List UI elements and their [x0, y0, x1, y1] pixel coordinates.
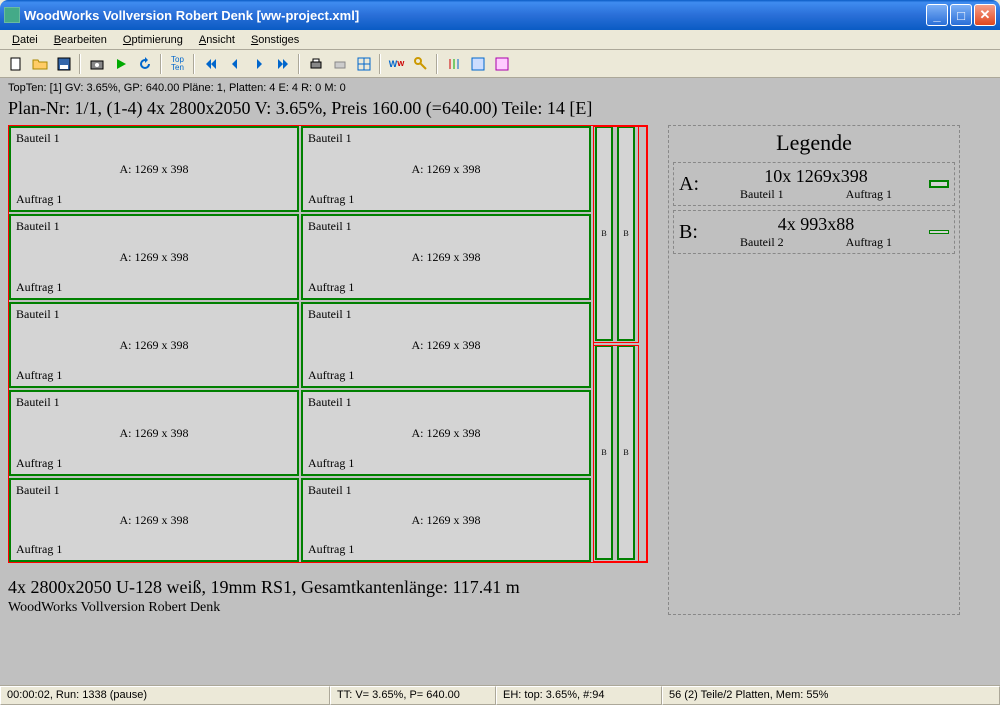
sliders-button[interactable] — [442, 53, 465, 75]
maximize-button[interactable]: □ — [950, 4, 972, 26]
key-button[interactable] — [409, 53, 432, 75]
piece-a[interactable]: Bauteil 1A: 1269 x 398Auftrag 1 — [301, 302, 591, 388]
close-button[interactable]: ✕ — [974, 4, 996, 26]
piece-a[interactable]: Bauteil 1A: 1269 x 398Auftrag 1 — [9, 390, 299, 476]
last-button[interactable] — [271, 53, 294, 75]
legend-row-b[interactable]: B: 4x 993x88 Bauteil 2Auftrag 1 — [673, 210, 955, 254]
legend-swatch-a — [929, 180, 949, 188]
menu-sonstiges[interactable]: Sonstiges — [245, 32, 305, 48]
status-tt: TT: V= 3.65%, P= 640.00 — [330, 686, 496, 705]
vendor-line: WoodWorks Vollversion Robert Denk — [8, 600, 648, 616]
piece-a[interactable]: Bauteil 1A: 1269 x 398Auftrag 1 — [9, 478, 299, 562]
pattern1-button[interactable] — [466, 53, 489, 75]
camera-button[interactable] — [85, 53, 108, 75]
minimize-button[interactable]: _ — [926, 4, 948, 26]
menu-optimierung[interactable]: Optimierung — [117, 32, 189, 48]
plate-summary: 4x 2800x2050 U-128 weiß, 19mm RS1, Gesam… — [8, 577, 648, 598]
content-area: TopTen: [1] GV: 3.65%, GP: 640.00 Pläne:… — [0, 78, 1000, 685]
save-button[interactable] — [52, 53, 75, 75]
piece-a[interactable]: Bauteil 1A: 1269 x 398Auftrag 1 — [9, 302, 299, 388]
menu-bar: Datei Bearbeiten Optimierung Ansicht Son… — [0, 30, 1000, 50]
refresh-button[interactable] — [133, 53, 156, 75]
app-icon — [4, 7, 20, 23]
menu-bearbeiten[interactable]: Bearbeiten — [48, 32, 113, 48]
status-mem: 56 (2) Teile/2 Platten, Mem: 55% — [662, 686, 1000, 705]
next-button[interactable] — [247, 53, 270, 75]
ww-button[interactable]: WW — [385, 53, 408, 75]
legend-title: Legende — [673, 130, 955, 156]
print-button[interactable] — [304, 53, 327, 75]
topten-line: TopTen: [1] GV: 3.65%, GP: 640.00 Pläne:… — [8, 82, 992, 94]
legend-swatch-b — [929, 230, 949, 234]
legend-row-a[interactable]: A: 10x 1269x398 Bauteil 1Auftrag 1 — [673, 162, 955, 206]
new-file-button[interactable] — [4, 53, 27, 75]
status-bar: 00:00:02, Run: 1338 (pause) TT: V= 3.65%… — [0, 685, 1000, 705]
piece-a[interactable]: Bauteil 1A: 1269 x 398Auftrag 1 — [9, 126, 299, 212]
toolbar: TopTen WW — [0, 50, 1000, 78]
grid-button[interactable] — [352, 53, 375, 75]
menu-ansicht[interactable]: Ansicht — [193, 32, 241, 48]
title-bar: WoodWorks Vollversion Robert Denk [ww-pr… — [0, 0, 1000, 30]
prev-button[interactable] — [223, 53, 246, 75]
window-title: WoodWorks Vollversion Robert Denk [ww-pr… — [24, 8, 359, 23]
piece-a[interactable]: Bauteil 1A: 1269 x 398Auftrag 1 — [9, 214, 299, 300]
piece-a[interactable]: Bauteil 1A: 1269 x 398Auftrag 1 — [301, 214, 591, 300]
cutting-plate[interactable]: Bauteil 1A: 1269 x 398Auftrag 1 Bauteil … — [8, 125, 648, 563]
legend-panel: Legende A: 10x 1269x398 Bauteil 1Auftrag… — [668, 125, 960, 615]
status-eh: EH: top: 3.65%, #:94 — [496, 686, 662, 705]
piece-a[interactable]: Bauteil 1A: 1269 x 398Auftrag 1 — [301, 126, 591, 212]
topten-button[interactable]: TopTen — [166, 53, 189, 75]
open-file-button[interactable] — [28, 53, 51, 75]
print-preview-button[interactable] — [328, 53, 351, 75]
first-button[interactable] — [199, 53, 222, 75]
status-runtime: 00:00:02, Run: 1338 (pause) — [0, 686, 330, 705]
menu-datei[interactable]: Datei — [6, 32, 44, 48]
play-button[interactable] — [109, 53, 132, 75]
plan-header: Plan-Nr: 1/1, (1-4) 4x 2800x2050 V: 3.65… — [8, 98, 992, 119]
pattern2-button[interactable] — [490, 53, 513, 75]
piece-a[interactable]: Bauteil 1A: 1269 x 398Auftrag 1 — [301, 478, 591, 562]
piece-a[interactable]: Bauteil 1A: 1269 x 398Auftrag 1 — [301, 390, 591, 476]
